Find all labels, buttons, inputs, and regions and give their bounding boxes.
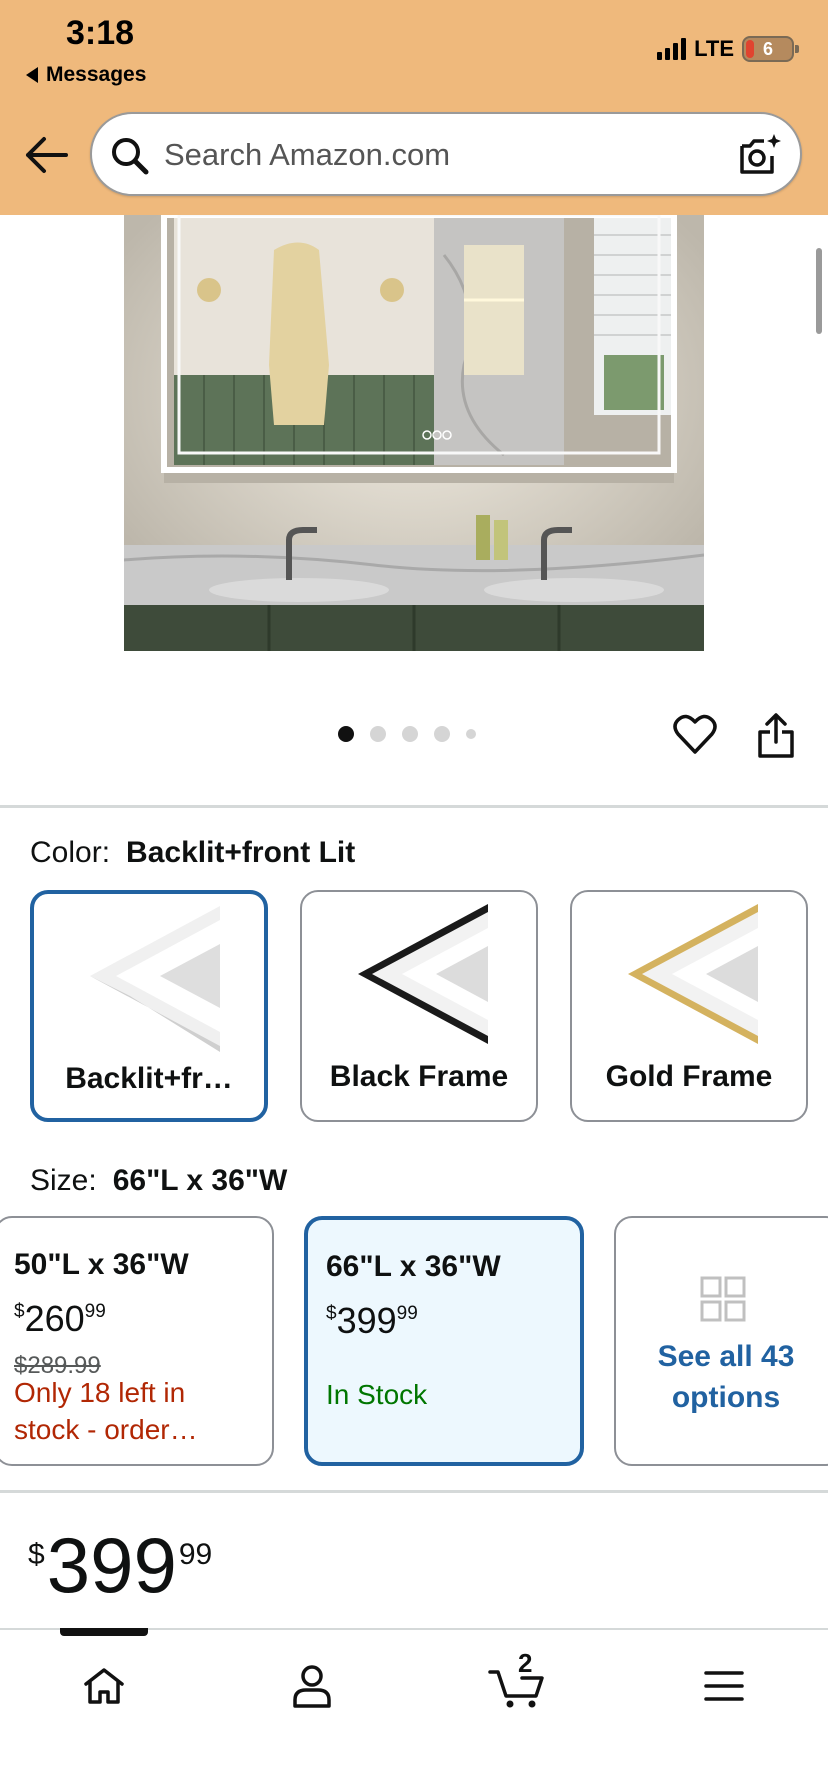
- back-to-app-label: Messages: [46, 63, 147, 86]
- carousel-dots[interactable]: [338, 726, 476, 742]
- back-triangle-icon: [26, 67, 38, 83]
- color-label-text: Color:: [30, 836, 111, 869]
- user-icon: [293, 1665, 331, 1708]
- price-fraction: 99: [178, 1538, 213, 1571]
- color-option-gold-frame[interactable]: Gold Frame: [570, 890, 808, 1122]
- cellular-signal-icon: [657, 38, 687, 60]
- cart-count-badge: 2: [518, 1648, 533, 1678]
- search-bar[interactable]: [90, 112, 802, 196]
- camera-search-icon[interactable]: [736, 132, 782, 178]
- size-option-price: $26099: [14, 1298, 106, 1339]
- see-all-options-label: See all 43 options: [657, 1340, 795, 1414]
- status-indicators: LTE 6: [657, 36, 799, 62]
- grid-icon: [700, 1276, 746, 1322]
- nav-home[interactable]: [64, 1654, 144, 1718]
- color-option-label: Black Frame: [329, 1060, 509, 1093]
- home-icon: [84, 1668, 124, 1704]
- carousel-dot[interactable]: [466, 729, 476, 739]
- back-arrow-icon[interactable]: [24, 135, 68, 175]
- share-icon[interactable]: [756, 712, 796, 760]
- size-option-50x36[interactable]: 50"L x 36"W $26099 $289.99 Only 18 left …: [0, 1216, 274, 1466]
- bathroom-mirror-illustration: [124, 215, 704, 651]
- scroll-indicator[interactable]: [816, 248, 822, 334]
- nav-menu[interactable]: [684, 1654, 764, 1718]
- price-whole: 399: [46, 1521, 177, 1609]
- battery-percent: 6: [762, 38, 773, 59]
- size-option-66x36[interactable]: 66"L x 36"W $39999 In Stock: [304, 1216, 584, 1466]
- back-to-messages-link[interactable]: Messages: [26, 63, 146, 87]
- carousel-dot[interactable]: [434, 726, 450, 742]
- size-option-dimensions: 66"L x 36"W: [326, 1250, 501, 1283]
- nav-account[interactable]: [272, 1654, 352, 1718]
- color-label: Color: Backlit+front Lit: [30, 836, 355, 870]
- color-option-label: Backlit+fr…: [65, 1062, 233, 1095]
- section-divider: [0, 1490, 828, 1493]
- size-option-price: $39999: [326, 1300, 418, 1341]
- carousel-dot[interactable]: [338, 726, 354, 742]
- bottom-navigation: 2: [0, 1628, 828, 1792]
- carousel-dot[interactable]: [370, 726, 386, 742]
- price-currency: $: [28, 1538, 45, 1571]
- header: 3:18 Messages LTE 6: [0, 0, 828, 215]
- network-type: LTE: [694, 36, 734, 61]
- color-option-backlit[interactable]: Backlit+fr…: [30, 890, 268, 1122]
- search-input[interactable]: [164, 132, 704, 178]
- mirror-thumbnail-icon: [358, 904, 488, 1044]
- see-all-options-card[interactable]: See all 43 options: [614, 1216, 828, 1466]
- size-label-text: Size:: [30, 1164, 97, 1197]
- status-time: 3:18: [66, 14, 135, 52]
- product-image[interactable]: [124, 215, 704, 651]
- battery-icon: 6: [742, 36, 799, 62]
- product-price: $ 399 99: [28, 1524, 212, 1606]
- size-option-dimensions: 50"L x 36"W: [14, 1248, 189, 1281]
- hamburger-menu-icon: [704, 1671, 744, 1701]
- size-option-stock-warning: Only 18 left in stock - order…: [14, 1377, 198, 1445]
- active-tab-indicator: [60, 1628, 148, 1636]
- selected-size-value: 66"L x 36"W: [112, 1164, 288, 1197]
- mirror-thumbnail-icon: [90, 906, 220, 1052]
- heart-icon[interactable]: [672, 712, 718, 756]
- selected-color-value: Backlit+front Lit: [126, 836, 356, 869]
- carousel-dot[interactable]: [402, 726, 418, 742]
- size-option-stock-status: In Stock: [326, 1379, 428, 1410]
- search-icon: [112, 138, 149, 175]
- nav-cart[interactable]: 2: [478, 1648, 558, 1718]
- section-divider: [0, 805, 828, 808]
- color-option-black-frame[interactable]: Black Frame: [300, 890, 538, 1122]
- color-option-label: Gold Frame: [605, 1060, 773, 1093]
- size-label: Size: 66"L x 36"W: [30, 1164, 287, 1198]
- battery-level: [746, 40, 754, 58]
- mirror-thumbnail-icon: [628, 904, 758, 1044]
